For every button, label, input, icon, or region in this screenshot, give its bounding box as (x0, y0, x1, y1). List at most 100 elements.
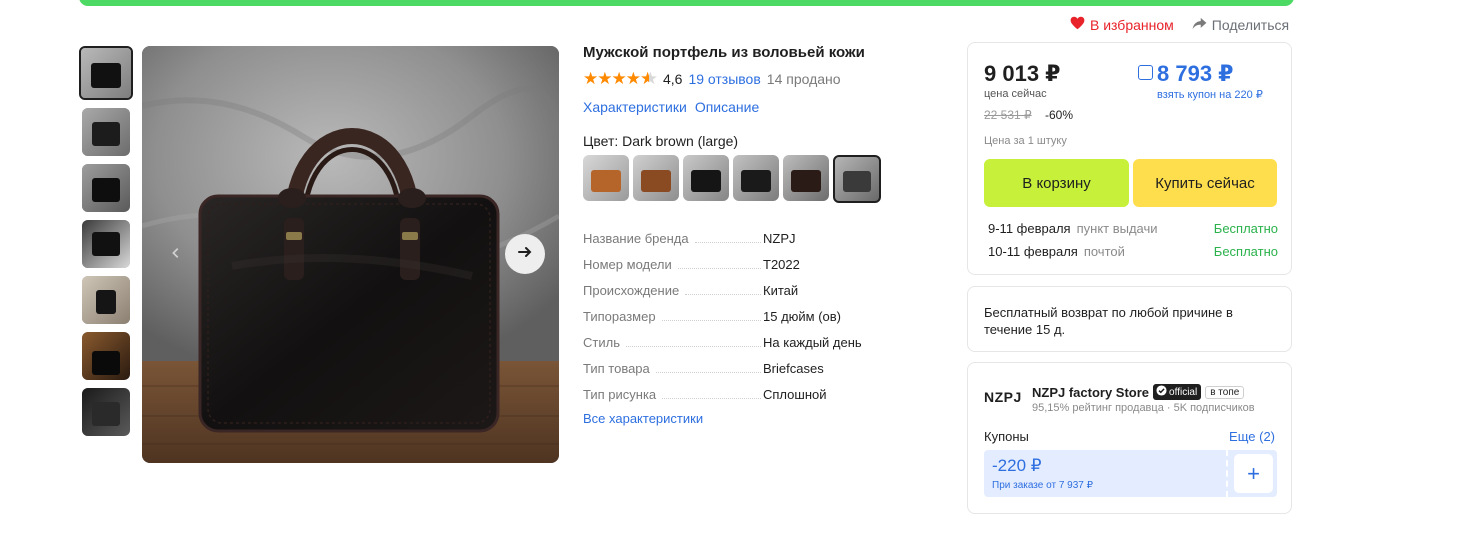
official-badge: official (1153, 384, 1202, 400)
swatch-bag (591, 169, 621, 192)
coupon-checkbox[interactable] (1138, 65, 1153, 80)
specs-list: Название бренда NZPJ Номер модели T2022 Прои… (583, 231, 943, 413)
spec-key: Название бренда (583, 231, 689, 246)
spec-row: Тип товара Briefcases (583, 361, 943, 387)
delivery-date: 9-11 февраля (988, 221, 1071, 236)
color-swatch[interactable] (733, 155, 779, 201)
returns-card: Бесплатный возврат по любой причине в те… (967, 286, 1292, 352)
returns-text: Бесплатный возврат по любой причине в те… (984, 305, 1233, 337)
product-title: Мужской портфель из воловьей кожи (583, 44, 865, 61)
heart-icon (1070, 16, 1085, 33)
spec-value: Briefcases (763, 361, 824, 376)
store-card: NZPJ NZPJ factory Store official в топе … (967, 362, 1292, 514)
thumbnail[interactable] (82, 332, 130, 380)
color-swatch-selected[interactable] (833, 155, 881, 203)
price-card: 9 013 ₽ цена сейчас 8 793 ₽ взять купон … (967, 42, 1292, 275)
arrow-left-icon (169, 244, 183, 265)
rating-stars-icon: ★★★★★★ (583, 69, 657, 88)
favorite-button[interactable]: В избранном (1070, 16, 1174, 33)
all-specs-link[interactable]: Все характеристики (583, 411, 943, 426)
spec-key: Происхождение (583, 283, 680, 298)
buy-now-button[interactable]: Купить сейчас (1133, 159, 1277, 207)
color-swatch[interactable] (783, 155, 829, 201)
coupons-more-link[interactable]: Еще (2) (1229, 429, 1275, 444)
color-swatch[interactable] (633, 155, 679, 201)
spec-key: Тип товара (583, 361, 650, 376)
coupon-condition: При заказе от 7 937 ₽ (992, 480, 1093, 491)
delivery-date: 10-11 февраля (988, 244, 1078, 259)
spec-key: Стиль (583, 335, 620, 350)
delivery-row: 10-11 февраля почтой Бесплатно (988, 244, 1278, 259)
share-button[interactable]: Поделиться (1192, 17, 1289, 33)
share-icon (1192, 17, 1207, 33)
color-swatch[interactable] (683, 155, 729, 201)
thumbnail[interactable] (82, 388, 130, 436)
official-label: official (1169, 386, 1198, 398)
add-coupon-button[interactable]: + (1234, 454, 1273, 493)
spec-row: Типоразмер 15 дюйм (ов) (583, 309, 943, 335)
info-tabs: Характеристики Описание (583, 99, 943, 115)
tab-specs[interactable]: Характеристики (583, 99, 687, 115)
thumbnail[interactable] (82, 276, 130, 324)
store-meta: 95,15% рейтинг продавца · 5K подписчиков (1032, 402, 1255, 414)
thumbnail-list (79, 46, 133, 444)
spec-leader (677, 268, 761, 269)
swatch-bag (691, 169, 721, 192)
main-product-image[interactable] (142, 46, 559, 463)
spec-row: Номер модели T2022 (583, 257, 943, 283)
unit-price-label: Цена за 1 штуку (984, 135, 1067, 147)
reviews-link[interactable]: 19 отзывов (688, 71, 760, 87)
next-image-button[interactable] (505, 234, 545, 274)
spec-value: T2022 (763, 257, 800, 272)
delivery-row: 9-11 февраля пункт выдачи Бесплатно (988, 221, 1278, 236)
spec-leader (655, 372, 761, 373)
spec-leader (662, 398, 762, 399)
spec-value: На каждый день (763, 335, 862, 350)
spec-key: Типоразмер (583, 309, 656, 324)
discount-badge: -60% (1045, 108, 1074, 122)
spec-key: Тип рисунка (583, 387, 657, 402)
swatch-bag (741, 169, 771, 192)
rating-value: 4,6 (662, 71, 683, 87)
coupon-price-label[interactable]: взять купон на 220 ₽ (1157, 88, 1263, 101)
color-label: Цвет: Dark brown (large) (583, 133, 739, 149)
tab-description[interactable]: Описание (695, 99, 759, 115)
spec-row: Стиль На каждый день (583, 335, 943, 361)
delivery-price: Бесплатно (1213, 221, 1278, 236)
spec-leader (661, 320, 761, 321)
thumbnail[interactable] (82, 164, 130, 212)
delivery-price: Бесплатно (1213, 244, 1278, 259)
swatch-bag (791, 169, 821, 192)
favorite-label: В избранном (1090, 16, 1174, 33)
coupon-price: 8 793 ₽ (1157, 61, 1234, 86)
store-logo[interactable]: NZPJ (984, 389, 1022, 405)
store-name-row[interactable]: NZPJ factory Store official в топе (1032, 384, 1245, 400)
arrow-right-icon (517, 244, 533, 265)
top-badge: в топе (1205, 385, 1245, 399)
add-to-cart-button[interactable]: В корзину (984, 159, 1129, 207)
delivery-method: пункт выдачи (1076, 221, 1158, 236)
swatch-bag (842, 171, 872, 193)
coupons-label: Купоны (984, 429, 1029, 444)
rating-row: ★★★★★★ 4,6 19 отзывов 14 продано (583, 69, 943, 89)
swatch-bag (641, 169, 671, 192)
store-name[interactable]: NZPJ factory Store (1032, 385, 1149, 400)
briefcase-photo (142, 46, 559, 463)
spec-row: Название бренда NZPJ (583, 231, 943, 257)
coupon-card[interactable]: -220 ₽ При заказе от 7 937 ₽ + (984, 450, 1277, 497)
sold-count: 14 продано (766, 71, 841, 87)
share-label: Поделиться (1211, 16, 1290, 33)
spec-leader (625, 346, 761, 347)
spec-row: Происхождение Китай (583, 283, 943, 309)
thumbnail[interactable] (79, 46, 133, 100)
color-swatch[interactable] (583, 155, 629, 201)
thumbnail[interactable] (82, 108, 130, 156)
top-banner (79, 0, 1294, 6)
previous-image-button[interactable] (156, 234, 196, 274)
delivery-method: почтой (1083, 244, 1125, 259)
spec-value: Сплошной (763, 387, 827, 402)
spec-value: NZPJ (763, 231, 796, 246)
verified-icon (1156, 385, 1167, 399)
spec-key: Номер модели (583, 257, 672, 272)
thumbnail[interactable] (82, 220, 130, 268)
